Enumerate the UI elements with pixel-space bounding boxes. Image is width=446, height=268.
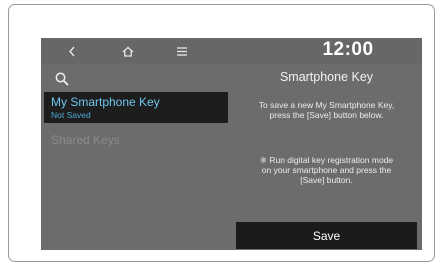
home-icon [122, 46, 134, 57]
back-button[interactable] [59, 41, 85, 61]
page-title: Smartphone Key [279, 70, 374, 84]
sidebar-item-my-smartphone-key[interactable]: My Smartphone Key Not Saved [44, 92, 228, 123]
clock: 12:00 [322, 39, 374, 60]
instruction-text: To save a new My Smartphone Key, press t… [235, 100, 418, 120]
note-line: ※ Run digital key registration mode [259, 155, 394, 165]
main-panel: Smartphone Key To save a new My Smartpho… [231, 64, 422, 250]
status-text: Not Saved [51, 110, 91, 120]
note-line: on your smartphone and press the [261, 165, 392, 175]
sidebar-item-label: Shared Keys [51, 133, 120, 147]
note-line: [Save] button. [300, 175, 353, 185]
menu-icon [177, 46, 187, 56]
chevron-left-icon [69, 46, 75, 56]
search-icon [55, 72, 69, 86]
infotainment-screen: 12:00 My Smartphone Key Not Saved Shared… [41, 38, 422, 250]
instruction-line: To save a new My Smartphone Key, [258, 100, 395, 110]
instruction-line: press the [Save] button below. [269, 110, 384, 120]
note-text: ※ Run digital key registration mode on y… [235, 155, 418, 185]
sidebar-item-shared-keys[interactable]: Shared Keys [44, 130, 228, 152]
save-button[interactable]: Save [236, 222, 417, 249]
sidebar-item-label: My Smartphone Key [51, 95, 160, 109]
search-button[interactable] [51, 68, 73, 90]
home-button[interactable] [115, 41, 141, 61]
top-bar: 12:00 [41, 38, 422, 64]
menu-button[interactable] [169, 41, 195, 61]
sidebar: My Smartphone Key Not Saved Shared Keys [41, 64, 231, 250]
